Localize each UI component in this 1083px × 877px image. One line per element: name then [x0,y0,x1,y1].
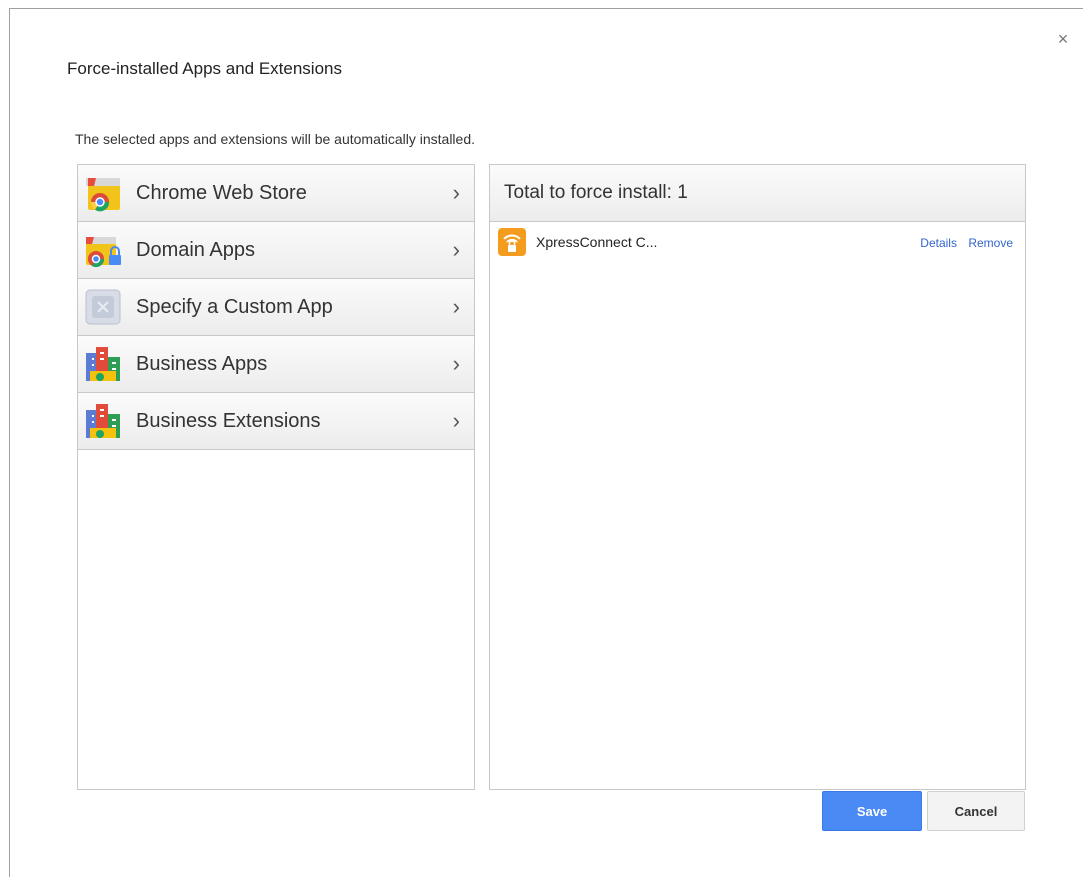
selected-count-header: Total to force install: 1 [490,165,1025,222]
remove-link[interactable]: Remove [968,236,1013,250]
category-chrome-web-store[interactable]: Chrome Web Store › [78,165,474,222]
chrome-web-store-icon [86,178,120,212]
domain-apps-icon [86,237,121,268]
category-label: Chrome Web Store [136,181,307,204]
business-apps-icon [86,347,120,381]
business-extensions-icon [86,404,120,438]
chevron-right-icon: › [452,408,460,433]
cancel-button[interactable]: Cancel [927,791,1025,831]
wifi-lock-icon [498,228,526,256]
custom-app-icon [85,289,121,325]
close-icon[interactable]: × [1053,29,1073,49]
category-label: Specify a Custom App [136,295,333,318]
category-domain-apps[interactable]: Domain Apps › [78,222,474,279]
list-item: XpressConnect C... Details Remove [490,222,1025,262]
chevron-right-icon: › [452,351,460,376]
chevron-right-icon: › [452,294,460,319]
save-button[interactable]: Save [822,791,922,831]
force-install-dialog: × Force-installed Apps and Extensions Th… [9,8,1083,877]
dialog-title: Force-installed Apps and Extensions [67,59,342,78]
dialog-description: The selected apps and extensions will be… [75,131,476,147]
category-label: Business Extensions [136,409,321,432]
category-business-apps[interactable]: Business Apps › [78,336,474,393]
details-link[interactable]: Details [920,236,957,250]
category-business-extensions[interactable]: Business Extensions › [78,393,474,450]
category-label: Domain Apps [136,238,255,261]
category-label: Business Apps [136,352,268,375]
chevron-right-icon: › [452,180,460,205]
item-actions: Details Remove [912,236,1013,250]
app-name: XpressConnect C... [536,234,658,250]
category-list: Chrome Web Store › Domain Apps › Specify… [77,164,475,790]
selected-list: Total to force install: 1 XpressConnect … [489,164,1026,790]
category-custom-app[interactable]: Specify a Custom App › [78,279,474,336]
chevron-right-icon: › [452,237,460,262]
